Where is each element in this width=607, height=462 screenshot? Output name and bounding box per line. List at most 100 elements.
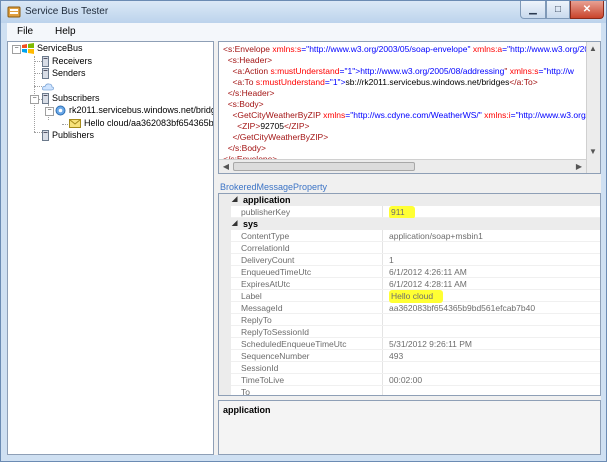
property-value: 493 — [389, 351, 404, 361]
xml-segment: xmlns:s — [272, 44, 302, 54]
expander-subscribers[interactable]: − — [30, 95, 39, 104]
property-row[interactable]: CorrelationId — [231, 242, 600, 254]
main-window: Service Bus Tester ▁ □ ✕ File Help − Ser… — [0, 0, 607, 462]
category-sys[interactable]: ◢ sys — [219, 218, 600, 230]
xml-line: <s:Envelope xmlns:s="http://www.w3.org/2… — [223, 44, 600, 54]
xml-line: </s:Body> — [223, 143, 266, 153]
menu-bar: File Help — [7, 23, 601, 41]
property-key: ReplyTo — [241, 315, 272, 325]
property-key: DeliveryCount — [241, 255, 295, 265]
xml-segment: =" — [301, 44, 310, 54]
description-title: application — [223, 405, 271, 415]
xml-segment: =" — [502, 44, 511, 54]
xml-segment: xmlns:a — [472, 44, 503, 54]
property-value: 5/31/2012 9:26:11 PM — [389, 339, 473, 349]
tree-node-namespace[interactable]: rk2011.servicebus.windows.net/bridges — [55, 104, 213, 116]
brokered-message-property-link[interactable]: BrokeredMessageProperty — [220, 182, 327, 192]
property-key: Label — [241, 291, 262, 301]
property-value-cell[interactable]: 00:02:00 — [389, 374, 422, 386]
envelope-icon — [69, 119, 81, 129]
title-bar[interactable]: Service Bus Tester ▁ □ ✕ — [1, 1, 606, 23]
property-grid[interactable]: ◢ application publisherKey 911 ◢ sys ContentTy… — [218, 193, 601, 396]
property-row[interactable]: SessionId — [231, 362, 600, 374]
xml-segment: xmlns:s — [509, 66, 539, 76]
property-value-cell[interactable]: aa362083bf654365b9bd561efcab7b40 — [389, 302, 535, 314]
property-value-cell[interactable]: 6/1/2012 4:28:11 AM — [389, 278, 467, 290]
scroll-down-icon[interactable]: ▼ — [588, 147, 598, 157]
property-key: TimeToLive — [241, 375, 285, 385]
tree-view[interactable]: − ServiceBus Receivers Senders − Subscri… — [7, 41, 214, 455]
xml-segment: http://ws.cdyne.com/WeatherWS/ — [353, 110, 479, 120]
tree-node-receivers[interactable]: Receivers — [42, 55, 93, 68]
collapse-icon[interactable]: ◢ — [232, 194, 237, 206]
scroll-right-icon[interactable]: ▶ — [574, 162, 584, 172]
property-row[interactable]: MessageId aa362083bf654365b9bd561efcab7b4… — [231, 302, 600, 314]
tree-node-subscribers[interactable]: Subscribers — [42, 92, 100, 105]
xml-segment: <a:Action — [223, 66, 271, 76]
category-application[interactable]: ◢ application — [219, 194, 600, 206]
property-value-cell[interactable]: 6/1/2012 4:26:11 AM — [389, 266, 467, 278]
tree-line — [34, 56, 35, 132]
scroll-up-icon[interactable]: ▲ — [588, 44, 598, 54]
property-value-cell[interactable]: application/soap+msbin1 — [389, 230, 483, 242]
property-value-cell[interactable]: 911 — [389, 206, 415, 219]
gear-icon — [55, 105, 66, 116]
property-key: ReplyToSessionId — [241, 327, 310, 337]
property-value-cell[interactable]: Hello cloud — [389, 290, 444, 303]
xml-line: <ZIP>92705</ZIP> — [223, 121, 309, 131]
property-row[interactable]: ScheduledEnqueueTimeUtc 5/31/2012 9:26:11… — [231, 338, 600, 350]
property-row[interactable]: ContentType application/soap+msbin1 — [231, 230, 600, 242]
property-key: To — [241, 387, 250, 396]
property-value-cell[interactable]: 493 — [389, 350, 403, 362]
xml-segment: </GetCityWeatherByZIP> — [223, 132, 329, 142]
collapse-icon[interactable]: ◢ — [232, 218, 237, 230]
property-row[interactable]: ReplyToSessionId — [231, 326, 600, 338]
property-row[interactable]: publisherKey 911 — [231, 206, 600, 219]
maximize-button[interactable]: □ — [546, 1, 570, 19]
tree-line — [34, 73, 42, 74]
property-key: publisherKey — [241, 207, 291, 217]
xml-segment: <s:Envelope — [223, 44, 273, 54]
expander-namespace[interactable]: − — [45, 107, 54, 116]
property-value: 6/1/2012 4:28:11 AM — [389, 279, 467, 289]
tree-node-servicebus[interactable]: ServiceBus — [22, 42, 83, 55]
tree-node-senders[interactable]: Senders — [42, 67, 86, 80]
minimize-button[interactable]: ▁ — [520, 1, 546, 19]
xml-horizontal-scrollbar[interactable]: ◀ ▶ — [219, 159, 586, 173]
menu-file[interactable]: File — [17, 26, 33, 37]
xml-segment: </s:Header> — [223, 88, 275, 98]
tree-node-publishers[interactable]: Publishers — [42, 129, 94, 142]
xml-line: </GetCityWeatherByZIP> — [223, 132, 328, 142]
tree-node-message[interactable]: Hello cloud/aa362083bf654365b9bc — [69, 117, 213, 129]
property-row[interactable]: DeliveryCount 1 — [231, 254, 600, 266]
property-row[interactable]: ExpiresAtUtc 6/1/2012 4:28:11 AM — [231, 278, 600, 290]
xml-vertical-scrollbar[interactable]: ▲ ▼ — [586, 42, 600, 173]
property-value-cell[interactable]: 1 — [389, 254, 394, 266]
xml-viewer[interactable]: <s:Envelope xmlns:s="http://www.w3.org/2… — [218, 41, 601, 174]
close-button[interactable]: ✕ — [570, 1, 604, 19]
xml-segment: xmlns:i — [484, 110, 511, 120]
tree-node-cloud[interactable] — [42, 80, 57, 92]
property-row[interactable]: TimeToLive 00:02:00 — [231, 374, 600, 386]
server-icon — [42, 130, 49, 142]
property-row[interactable]: ReplyTo — [231, 314, 600, 326]
property-row[interactable]: Label Hello cloud — [231, 290, 600, 303]
property-row[interactable]: To — [231, 386, 600, 396]
app-icon — [7, 6, 21, 18]
property-description-pane: application — [218, 400, 601, 455]
expander-servicebus[interactable]: − — [12, 45, 21, 54]
property-value: aa362083bf654365b9bd561efcab7b40 — [389, 303, 536, 313]
scroll-thumb[interactable] — [233, 162, 415, 171]
property-row[interactable]: EnqueuedTimeUtc 6/1/2012 4:26:11 AM — [231, 266, 600, 278]
tree-label-subscribers: Subscribers — [52, 93, 100, 103]
property-value-cell[interactable]: 5/31/2012 9:26:11 PM — [389, 338, 472, 350]
property-row[interactable]: SequenceNumber 493 — [231, 350, 600, 362]
menu-help[interactable]: Help — [55, 26, 76, 37]
property-key: CorrelationId — [241, 243, 290, 253]
property-value: application/soap+msbin1 — [389, 231, 483, 241]
scroll-left-icon[interactable]: ◀ — [221, 162, 231, 172]
tree-line — [34, 132, 42, 133]
client-area: − ServiceBus Receivers Senders − Subscri… — [7, 41, 601, 455]
xml-line: <s:Header> — [223, 55, 272, 65]
tree-label-receivers: Receivers — [52, 56, 93, 66]
